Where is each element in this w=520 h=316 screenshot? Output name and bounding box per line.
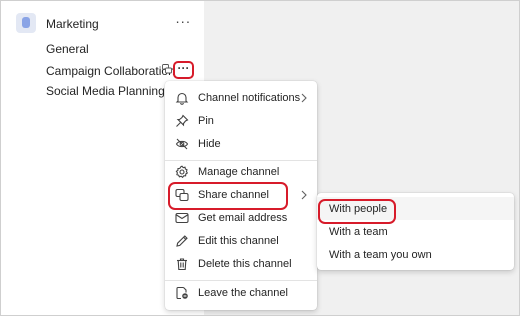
submenu-item-label: With a team <box>329 226 388 238</box>
menu-item-hide[interactable]: Hide <box>165 133 317 156</box>
channel-social-media-planning[interactable]: Social Media Planning <box>46 84 165 98</box>
menu-item-get-email-address[interactable]: Get email address <box>165 207 317 230</box>
team-avatar <box>16 13 36 33</box>
submenu-item-label: With people <box>329 203 388 215</box>
menu-item-label: Hide <box>198 138 221 150</box>
team-name: Marketing <box>46 17 99 31</box>
team-more-options-button[interactable]: ··· <box>174 13 192 31</box>
menu-item-delete-channel[interactable]: Delete this channel <box>165 253 317 276</box>
team-row[interactable]: Marketing ··· <box>16 13 196 35</box>
chevron-right-icon <box>300 189 308 201</box>
submenu-item-with-a-team[interactable]: With a team <box>317 220 514 243</box>
menu-item-label: Manage channel <box>198 166 280 178</box>
submenu-item-with-people[interactable]: With people <box>317 197 514 224</box>
pencil-icon <box>175 234 189 248</box>
submenu-item-label: With a team you own <box>329 249 432 261</box>
app-window: Marketing ··· General Campaign Collabora… <box>0 0 520 316</box>
menu-item-label: Share channel <box>198 189 269 201</box>
channel-campaign-collaboration[interactable]: Campaign Collaboration <box>46 64 175 78</box>
channel-general[interactable]: General <box>46 42 89 56</box>
hide-icon <box>175 137 189 151</box>
menu-item-pin[interactable]: Pin <box>165 110 317 133</box>
channel-more-options-button[interactable]: ··· <box>173 61 194 79</box>
menu-item-label: Delete this channel <box>198 258 292 270</box>
menu-item-share-channel[interactable]: Share channel <box>165 184 317 207</box>
mail-icon <box>175 211 189 225</box>
submenu-item-with-a-team-you-own[interactable]: With a team you own <box>317 243 514 266</box>
menu-item-manage-channel[interactable]: Manage channel <box>165 161 317 184</box>
share-channel-submenu: With people With a team With a team you … <box>317 193 514 270</box>
pin-icon <box>175 114 189 128</box>
shared-channel-icon <box>162 64 172 74</box>
menu-item-edit-channel[interactable]: Edit this channel <box>165 230 317 253</box>
menu-item-label: Get email address <box>198 212 288 224</box>
menu-item-label: Pin <box>198 115 214 127</box>
menu-item-leave-channel[interactable]: Leave the channel <box>165 282 317 305</box>
trash-icon <box>175 257 189 271</box>
menu-item-label: Leave the channel <box>198 287 288 299</box>
bell-icon <box>175 91 189 105</box>
gear-icon <box>175 165 189 179</box>
share-icon <box>175 188 189 202</box>
leave-icon <box>175 286 189 300</box>
menu-item-label: Channel notifications <box>198 92 301 104</box>
menu-item-label: Edit this channel <box>198 235 279 247</box>
menu-divider <box>165 280 317 281</box>
chevron-right-icon <box>300 92 308 104</box>
channel-context-menu: Channel notifications Pin Hide Manage ch… <box>165 81 317 310</box>
menu-item-channel-notifications[interactable]: Channel notifications <box>165 87 317 110</box>
